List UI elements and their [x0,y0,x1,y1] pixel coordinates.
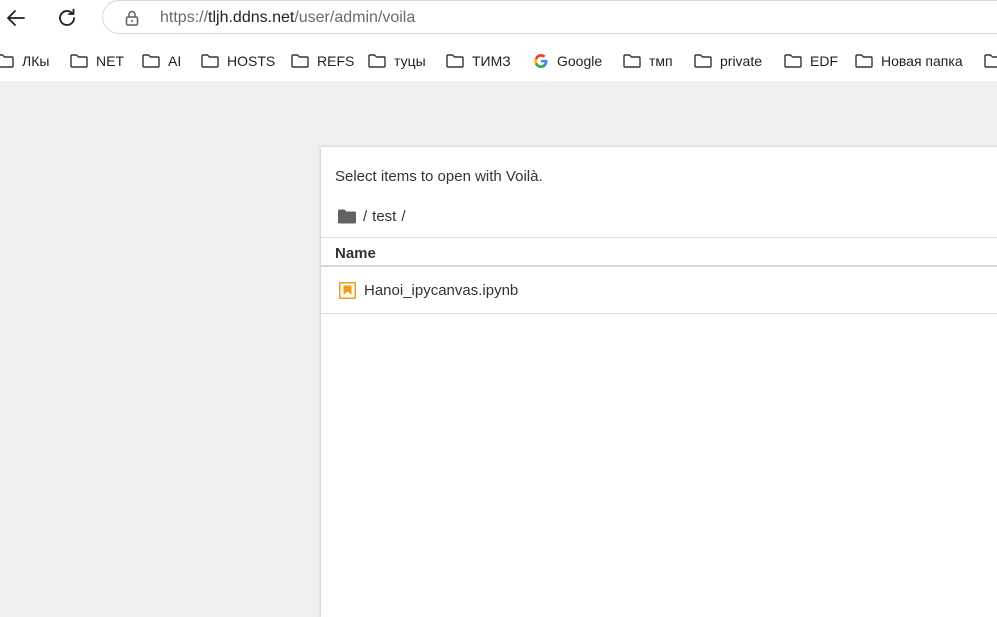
file-list-header: Name [321,237,997,267]
bookmark-label: ТИМЗ [472,53,511,69]
reload-button[interactable] [53,4,81,32]
back-arrow-icon [7,10,25,26]
url-scheme: https:// [160,9,209,26]
bookmark-ai[interactable]: AI [142,51,181,71]
url-text[interactable]: https://tljh.ddns.net/user/admin/voila [160,9,415,27]
folder-icon[interactable] [338,209,356,224]
bookmark-hosts[interactable]: HOSTS [201,51,275,71]
folder-icon [201,54,219,68]
file-list-item[interactable]: Hanoi_ipycanvas.ipynb [321,267,997,314]
lock-icon[interactable] [123,9,141,27]
address-bar[interactable]: https://tljh.ddns.net/user/admin/voila [102,0,997,34]
notebook-icon [339,282,356,299]
breadcrumb: / test / [338,208,411,225]
folder-icon [142,54,160,68]
voila-file-browser: Select items to open with Voilà. / test … [321,147,997,617]
browser-toolbar: https://tljh.ddns.net/user/admin/voila [0,0,997,40]
bookmark-tutsy[interactable]: туцы [368,51,426,71]
reload-icon [59,8,75,26]
bookmark-refs[interactable]: REFS [291,51,354,71]
folder-icon [694,54,712,68]
bookmark-edf[interactable]: EDF [784,51,838,71]
file-name[interactable]: Hanoi_ipycanvas.ipynb [364,282,518,299]
bookmark-google[interactable]: Google [533,51,602,71]
google-icon [534,53,548,69]
folder-icon [0,54,14,68]
bookmark-label: HOSTS [227,53,276,69]
bookmark-private[interactable]: private [694,51,762,71]
folder-icon [70,54,88,68]
folder-icon [446,54,464,68]
bookmark-label: private [720,53,763,69]
bookmark-label: ЛКы [22,53,50,69]
folder-icon [855,54,873,68]
url-path: /user/admin/voila [294,9,416,26]
bookmark-net[interactable]: NET [70,51,124,71]
bookmark-label: AI [168,53,182,69]
breadcrumb-trail-separator: / [401,208,406,225]
bookmark-tmp[interactable]: тмп [623,51,673,71]
bookmark-lky[interactable]: ЛКы [0,51,49,71]
bookmarks-bar: ЛКы NET AI HOSTS REFS туцы ТИМЗ Google т… [0,40,997,81]
bookmark-label: туцы [394,53,426,69]
breadcrumb-folder-test[interactable]: test [372,208,396,225]
url-host: tljh.ddns.net [208,9,295,26]
bookmark-label: NET [96,53,124,69]
folder-icon [291,54,309,68]
back-button[interactable] [2,4,30,32]
instructions-text: Select items to open with Voilà. [335,168,543,185]
column-header-name[interactable]: Name [335,245,376,262]
folder-icon [984,54,997,68]
folder-icon [368,54,386,68]
bookmark-label: REFS [317,53,355,69]
bookmark-label: Новая папка [881,53,963,69]
bookmark-label: тмп [649,53,673,69]
folder-icon [623,54,641,68]
bookmark-label: EDF [810,53,838,69]
bookmark-label: Google [557,53,603,69]
bookmark-new-folder[interactable]: Новая папка [855,51,963,71]
page-content: Select items to open with Voilà. / test … [0,81,997,617]
folder-icon [784,54,802,68]
breadcrumb-root-separator: / [363,208,368,225]
bookmark-tim3[interactable]: ТИМЗ [446,51,511,71]
bookmark-overflow-folder[interactable] [984,51,997,71]
